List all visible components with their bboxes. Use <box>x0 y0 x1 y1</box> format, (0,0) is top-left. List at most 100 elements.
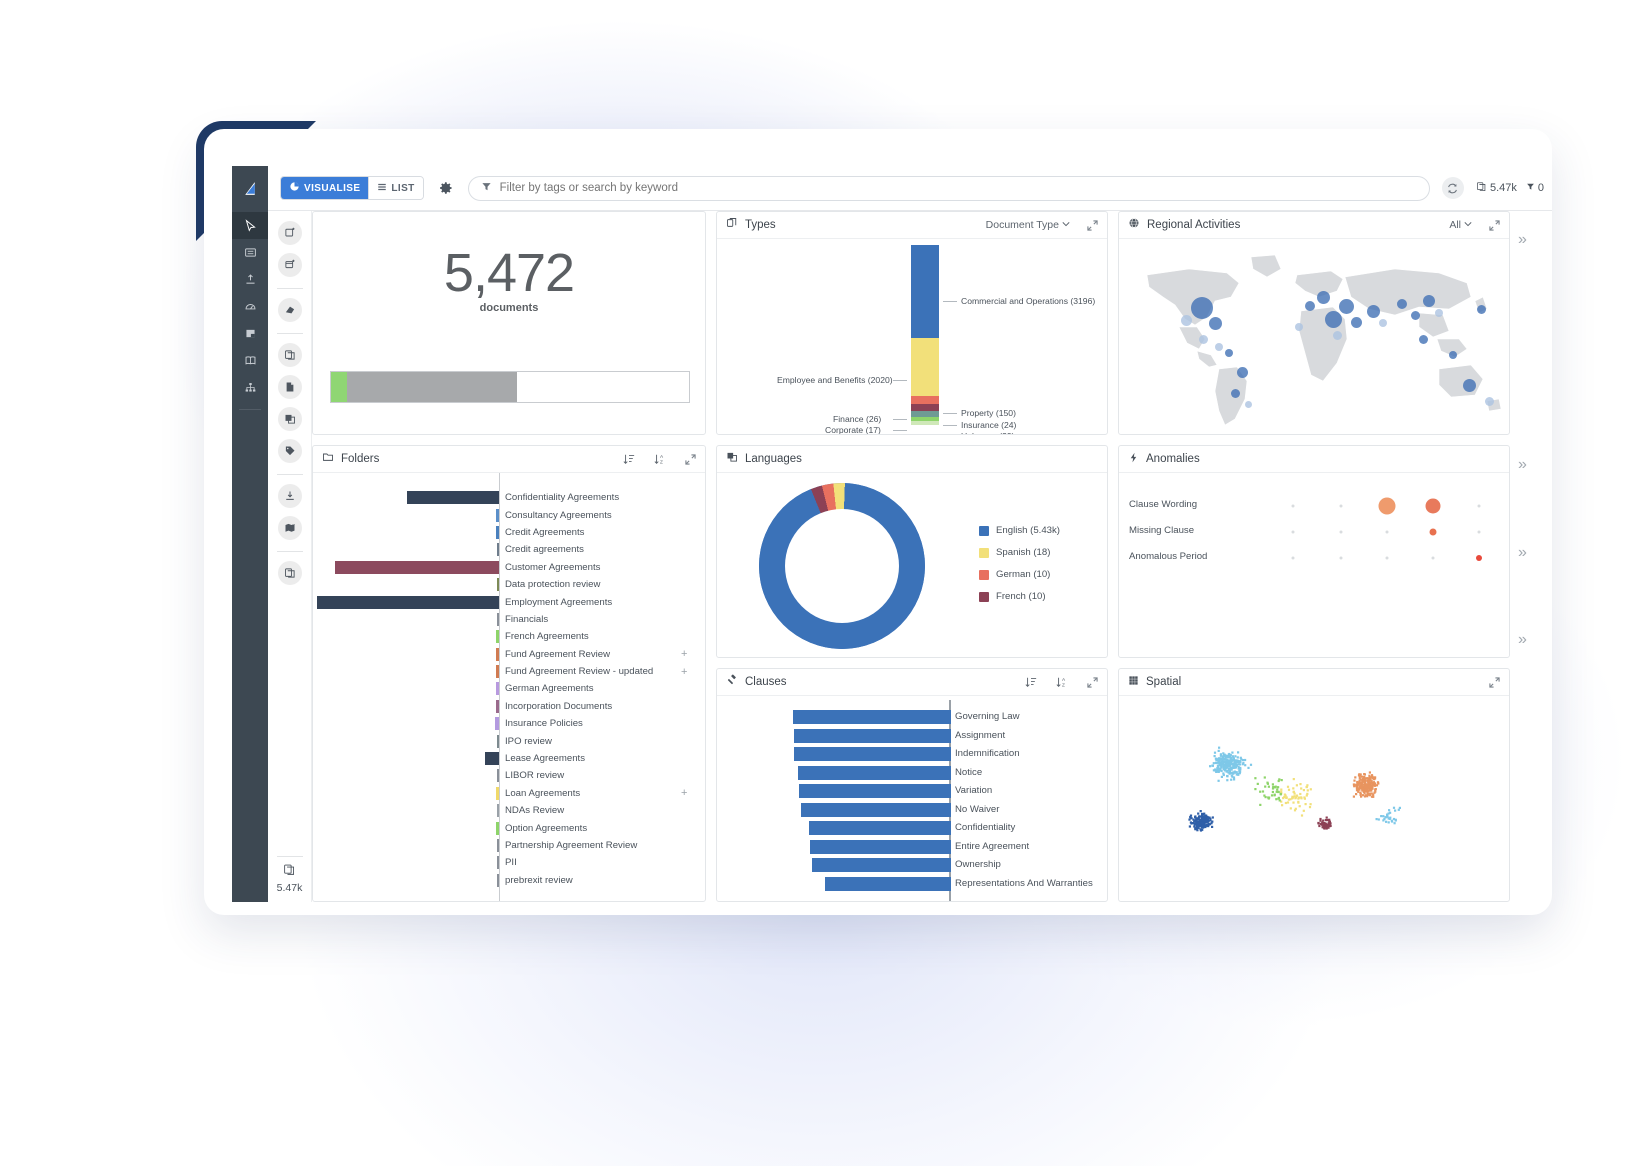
spatial-point[interactable] <box>1249 763 1253 766</box>
spatial-point[interactable] <box>1239 756 1242 759</box>
anomaly-dot[interactable] <box>1291 556 1295 560</box>
spatial-point[interactable] <box>1201 812 1204 815</box>
folders-expand-icon[interactable] <box>685 453 696 465</box>
spatial-point[interactable] <box>1220 766 1223 769</box>
spatial-point[interactable] <box>1294 797 1297 800</box>
spatial-point[interactable] <box>1305 785 1308 788</box>
spatial-point[interactable] <box>1365 783 1368 786</box>
clause-row[interactable]: Entire Agreement <box>717 838 1107 857</box>
spatial-point[interactable] <box>1267 797 1270 800</box>
folder-bar[interactable] <box>496 699 499 713</box>
folder-row[interactable]: PII <box>313 854 705 871</box>
anomaly-dot[interactable] <box>1477 530 1481 534</box>
spatial-point[interactable] <box>1259 790 1262 793</box>
spatial-point[interactable] <box>1196 829 1199 832</box>
spatial-scatter-plot[interactable] <box>1119 696 1510 902</box>
spatial-point[interactable] <box>1389 816 1392 819</box>
spatial-point[interactable] <box>1201 821 1204 825</box>
spatial-point[interactable] <box>1298 805 1301 808</box>
spatial-point[interactable] <box>1369 787 1372 790</box>
spatial-point[interactable] <box>1325 816 1328 819</box>
anomaly-dot[interactable] <box>1425 498 1441 514</box>
spatial-point[interactable] <box>1220 760 1223 763</box>
spatial-point[interactable] <box>1357 790 1360 793</box>
spatial-point[interactable] <box>1216 766 1220 769</box>
rail-item-cursor[interactable] <box>232 212 268 239</box>
spatial-point[interactable] <box>1306 792 1309 795</box>
clause-bar[interactable] <box>825 876 951 891</box>
spatial-point[interactable] <box>1212 762 1215 765</box>
spatial-point[interactable] <box>1285 796 1288 799</box>
spatial-point[interactable] <box>1363 773 1366 776</box>
spatial-point[interactable] <box>1215 770 1218 773</box>
spatial-point[interactable] <box>1322 819 1325 822</box>
anomaly-dot[interactable] <box>1339 504 1343 508</box>
spatial-point[interactable] <box>1195 819 1198 822</box>
spatial-point[interactable] <box>1353 779 1356 782</box>
spatial-point[interactable] <box>1358 788 1361 791</box>
spatial-point[interactable] <box>1286 785 1290 788</box>
spatial-point[interactable] <box>1295 784 1298 787</box>
spatial-point[interactable] <box>1385 820 1388 823</box>
spatial-point[interactable] <box>1236 759 1240 762</box>
rail-item-upload[interactable] <box>232 266 268 293</box>
download-icon[interactable] <box>277 484 302 508</box>
document-type-selector[interactable]: Document Type <box>986 219 1070 231</box>
spatial-point[interactable] <box>1361 787 1364 790</box>
spatial-point[interactable] <box>1287 798 1290 801</box>
folder-row[interactable]: Employment Agreements <box>313 593 705 610</box>
anomaly-dot[interactable] <box>1378 497 1396 515</box>
folder-row[interactable]: Customer Agreements <box>313 559 705 576</box>
folder-row[interactable]: Credit Agreements <box>313 524 705 541</box>
folder-expand-plus[interactable]: + <box>681 666 687 678</box>
folder-row[interactable]: Fund Agreement Review - updated + <box>313 663 705 680</box>
folder-row[interactable]: French Agreements <box>313 628 705 645</box>
spatial-point[interactable] <box>1292 778 1295 781</box>
spatial-point[interactable] <box>1284 801 1287 805</box>
spatial-point[interactable] <box>1392 817 1396 821</box>
spatial-point[interactable] <box>1327 826 1330 829</box>
spatial-point[interactable] <box>1223 753 1226 756</box>
spatial-point[interactable] <box>1193 825 1196 828</box>
spatial-point[interactable] <box>1363 786 1366 789</box>
spatial-point[interactable] <box>1226 763 1229 766</box>
spatial-point[interactable] <box>1231 763 1234 766</box>
spatial-point[interactable] <box>1303 796 1306 799</box>
spatial-point[interactable] <box>1247 766 1250 769</box>
spatial-point[interactable] <box>1207 816 1211 819</box>
spatial-point[interactable] <box>1218 758 1221 761</box>
map-bubble[interactable] <box>1397 299 1407 309</box>
folder-bar[interactable] <box>497 612 499 626</box>
types-segment-property[interactable] <box>911 396 939 405</box>
spatial-point[interactable] <box>1220 775 1223 778</box>
spatial-point[interactable] <box>1359 778 1362 781</box>
map-bubble[interactable] <box>1423 295 1435 307</box>
spatial-point[interactable] <box>1299 792 1302 796</box>
clause-row[interactable]: No Waiver <box>717 801 1107 820</box>
folder-row[interactable]: IPO review <box>313 732 705 749</box>
view-mode-toggle[interactable]: VISUALISE LIST <box>280 176 424 200</box>
folder-bar[interactable] <box>497 856 499 870</box>
spatial-point[interactable] <box>1391 820 1394 823</box>
map-bubble[interactable] <box>1463 379 1476 392</box>
refresh-icon[interactable] <box>1441 177 1464 199</box>
clause-row[interactable]: Governing Law <box>717 708 1107 727</box>
folder-row[interactable]: German Agreements <box>313 680 705 697</box>
map-bubble[interactable] <box>1245 401 1252 408</box>
spatial-point[interactable] <box>1297 797 1300 800</box>
spatial-point[interactable] <box>1235 771 1238 774</box>
anomaly-row-missing-clause[interactable]: Missing Clause <box>1119 519 1509 545</box>
spatial-point[interactable] <box>1289 807 1292 810</box>
spatial-point[interactable] <box>1295 794 1299 797</box>
collapse-handle-bottom[interactable]: » <box>1518 631 1527 649</box>
folder-row[interactable]: Fund Agreement Review + <box>313 646 705 663</box>
spatial-point[interactable] <box>1273 794 1276 797</box>
spatial-point[interactable] <box>1376 781 1380 784</box>
clause-row[interactable]: Representations And Warranties <box>717 875 1107 894</box>
folder-bar[interactable] <box>335 560 499 574</box>
spatial-point[interactable] <box>1375 818 1378 821</box>
spatial-point[interactable] <box>1198 823 1201 826</box>
spatial-point[interactable] <box>1359 785 1362 788</box>
anomaly-row-anomalous-period[interactable]: Anomalous Period <box>1119 545 1509 571</box>
spatial-point[interactable] <box>1324 823 1327 826</box>
